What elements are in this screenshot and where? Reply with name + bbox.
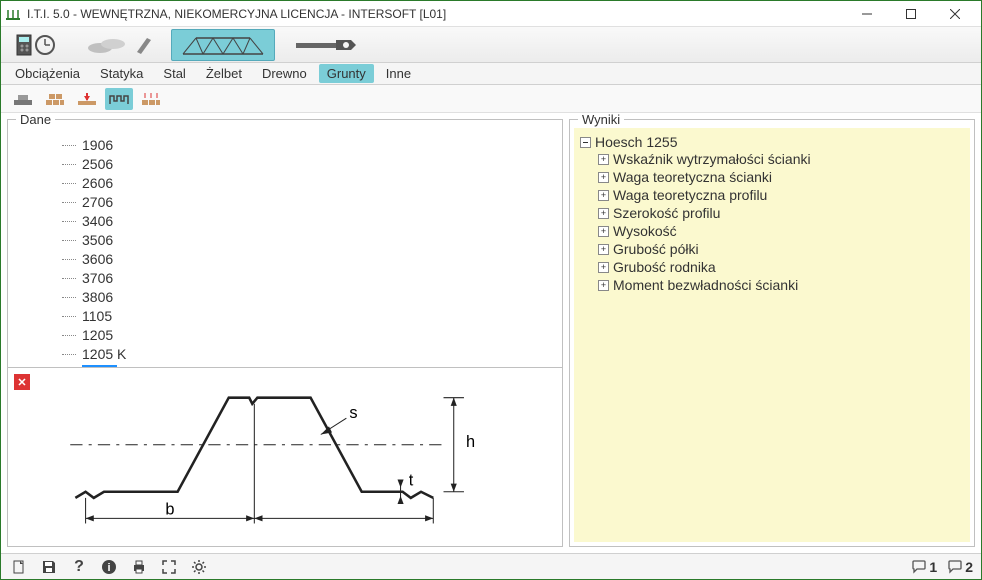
tab-grunty[interactable]: Grunty bbox=[319, 64, 374, 83]
result-item[interactable]: Moment bezwładności ścianki bbox=[580, 276, 964, 294]
result-item[interactable]: Wysokość bbox=[580, 222, 964, 240]
subtool-1[interactable] bbox=[9, 88, 37, 110]
tab-statyka[interactable]: Statyka bbox=[92, 64, 151, 83]
print-icon[interactable] bbox=[129, 557, 149, 577]
statusbar: ? i 1 2 bbox=[1, 553, 981, 579]
subtool-3[interactable] bbox=[73, 88, 101, 110]
collapse-icon[interactable] bbox=[580, 137, 591, 148]
label-h: h bbox=[466, 433, 475, 451]
result-item[interactable]: Wskaźnik wytrzymałości ścianki bbox=[580, 150, 964, 168]
result-item[interactable]: Grubość półki bbox=[580, 240, 964, 258]
list-item[interactable]: 3606 bbox=[12, 250, 558, 269]
result-item[interactable]: Waga teoretyczna profilu bbox=[580, 186, 964, 204]
tab-stal[interactable]: Stal bbox=[155, 64, 193, 83]
maximize-button[interactable] bbox=[889, 2, 933, 26]
list-item[interactable]: 3506 bbox=[12, 231, 558, 250]
label-s: s bbox=[349, 404, 357, 422]
module-tabs: Obciążenia Statyka Stal Żelbet Drewno Gr… bbox=[1, 63, 981, 85]
list-item[interactable]: 2606 bbox=[12, 174, 558, 193]
expand-icon[interactable] bbox=[598, 154, 609, 165]
save-icon[interactable] bbox=[39, 557, 59, 577]
result-root-label: Hoesch 1255 bbox=[595, 134, 678, 150]
expand-icon[interactable] bbox=[598, 208, 609, 219]
window-title: I.T.I. 5.0 - WEWNĘTRZNA, NIEKOMERCYJNA L… bbox=[27, 7, 845, 21]
expand-icon[interactable] bbox=[598, 262, 609, 273]
subtool-4[interactable] bbox=[105, 88, 133, 110]
titlebar: I.T.I. 5.0 - WEWNĘTRZNA, NIEKOMERCYJNA L… bbox=[1, 1, 981, 27]
app-icon bbox=[5, 6, 21, 22]
list-item[interactable]: 3806 bbox=[12, 288, 558, 307]
results-tree[interactable]: Hoesch 1255 Wskaźnik wytrzymałości ścian… bbox=[574, 128, 970, 542]
result-item[interactable]: Szerokość profilu bbox=[580, 204, 964, 222]
list-item[interactable]: 1205 bbox=[12, 326, 558, 345]
list-item[interactable]: 3406 bbox=[12, 212, 558, 231]
list-item[interactable]: 1906 bbox=[12, 136, 558, 155]
expand-icon[interactable] bbox=[598, 226, 609, 237]
result-root[interactable]: Hoesch 1255 bbox=[580, 134, 964, 150]
expand-icon[interactable] bbox=[598, 280, 609, 291]
help-icon[interactable]: ? bbox=[69, 557, 89, 577]
info-icon[interactable]: i bbox=[99, 557, 119, 577]
tool-materials[interactable] bbox=[79, 30, 161, 60]
close-icon[interactable]: ✕ bbox=[14, 374, 30, 390]
subtool-2[interactable] bbox=[41, 88, 69, 110]
profile-list[interactable]: 1906 2506 2606 2706 3406 3506 3606 3706 … bbox=[8, 128, 562, 368]
fullscreen-icon[interactable] bbox=[159, 557, 179, 577]
data-panel: Dane 1906 2506 2606 2706 3406 3506 3606 … bbox=[7, 119, 563, 547]
label-t: t bbox=[409, 472, 414, 490]
chat-icon bbox=[911, 559, 927, 575]
result-item[interactable]: Waga teoretyczna ścianki bbox=[580, 168, 964, 186]
data-panel-title: Dane bbox=[16, 113, 55, 127]
status-indicator-2[interactable]: 2 bbox=[947, 559, 973, 575]
new-file-icon[interactable] bbox=[9, 557, 29, 577]
main-content: Dane 1906 2506 2606 2706 3406 3506 3606 … bbox=[1, 113, 981, 553]
list-item[interactable]: 2706 bbox=[12, 193, 558, 212]
tab-drewno[interactable]: Drewno bbox=[254, 64, 315, 83]
tab-zelbet[interactable]: Żelbet bbox=[198, 64, 250, 83]
results-panel-title: Wyniki bbox=[578, 113, 624, 127]
svg-text:i: i bbox=[107, 562, 110, 574]
expand-icon[interactable] bbox=[598, 172, 609, 183]
sub-toolbar bbox=[1, 85, 981, 113]
tool-calculator[interactable] bbox=[9, 30, 69, 60]
list-item[interactable]: 1205 K bbox=[12, 345, 558, 364]
main-toolbar bbox=[1, 27, 981, 63]
list-item[interactable]: 3706 bbox=[12, 269, 558, 288]
label-b: b bbox=[165, 500, 174, 518]
settings-icon[interactable] bbox=[189, 557, 209, 577]
results-panel: Wyniki Hoesch 1255 Wskaźnik wytrzymałośc… bbox=[569, 119, 975, 547]
chat-icon bbox=[947, 559, 963, 575]
list-item[interactable]: 1105 bbox=[12, 307, 558, 326]
tab-inne[interactable]: Inne bbox=[378, 64, 419, 83]
expand-icon[interactable] bbox=[598, 190, 609, 201]
result-item[interactable]: Grubość rodnika bbox=[580, 258, 964, 276]
subtool-5[interactable] bbox=[137, 88, 165, 110]
tool-truss[interactable] bbox=[171, 29, 275, 61]
list-item[interactable]: 2506 bbox=[12, 155, 558, 174]
profile-svg: h b s t bbox=[14, 374, 556, 540]
tab-obciazenia[interactable]: Obciążenia bbox=[7, 64, 88, 83]
expand-icon[interactable] bbox=[598, 244, 609, 255]
profile-diagram: ✕ h b bbox=[8, 368, 562, 546]
tool-wrench[interactable] bbox=[285, 30, 367, 60]
minimize-button[interactable] bbox=[845, 2, 889, 26]
status-indicator-1[interactable]: 1 bbox=[911, 559, 937, 575]
close-button[interactable] bbox=[933, 2, 977, 26]
